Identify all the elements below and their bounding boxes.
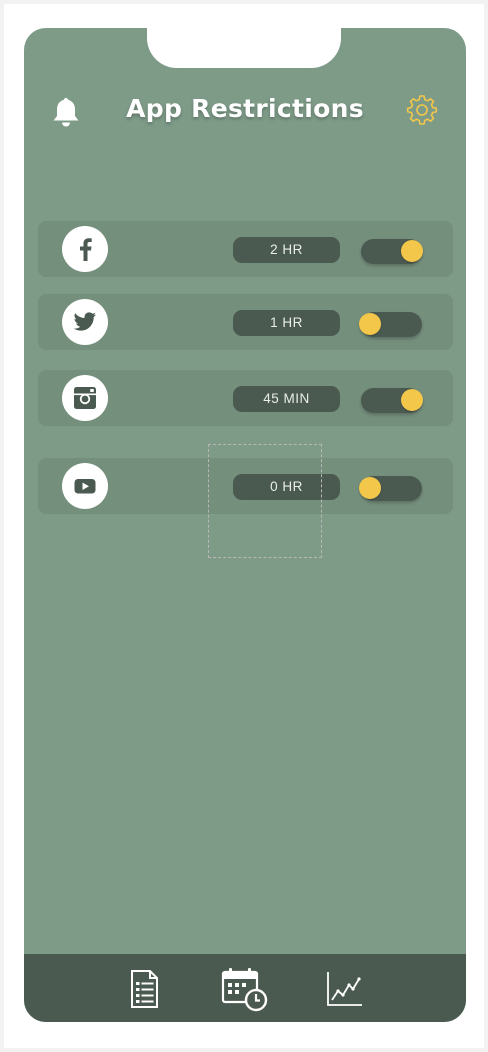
page-title: App Restrictions xyxy=(126,94,364,123)
twitter-icon[interactable] xyxy=(62,299,108,345)
toggle-knob xyxy=(359,313,381,335)
phone-notch xyxy=(147,28,341,68)
selection-outline xyxy=(208,444,322,558)
app-row-twitter: 1 HR xyxy=(38,294,453,350)
tab-statistics[interactable] xyxy=(319,964,369,1014)
line-chart-icon xyxy=(327,972,362,1006)
phone-screen: App Restrictions 2 HR 1 HR 45 MIN 0 HR xyxy=(24,28,466,1022)
restriction-toggle[interactable] xyxy=(359,312,422,337)
toggle-knob xyxy=(401,240,423,262)
checklist-icon xyxy=(131,970,158,1008)
toggle-knob xyxy=(359,477,381,499)
app-row-facebook: 2 HR xyxy=(38,221,453,277)
restriction-toggle[interactable] xyxy=(359,476,422,501)
restriction-toggle[interactable] xyxy=(361,388,423,413)
time-limit-badge[interactable]: 45 MIN xyxy=(233,386,340,412)
tab-checklist[interactable] xyxy=(119,964,169,1014)
time-limit-badge[interactable]: 2 HR xyxy=(233,237,340,263)
facebook-icon[interactable] xyxy=(62,226,108,272)
toggle-knob xyxy=(401,389,423,411)
youtube-icon[interactable] xyxy=(62,463,108,509)
time-limit-badge[interactable]: 1 HR xyxy=(233,310,340,336)
bottom-tab-bar xyxy=(24,954,466,1022)
app-row-instagram: 45 MIN xyxy=(38,370,453,426)
gear-icon[interactable] xyxy=(406,94,438,126)
calendar-clock-icon xyxy=(221,968,268,1012)
restriction-toggle[interactable] xyxy=(361,239,423,264)
instagram-icon[interactable] xyxy=(62,375,108,421)
tab-schedule[interactable] xyxy=(219,964,269,1014)
